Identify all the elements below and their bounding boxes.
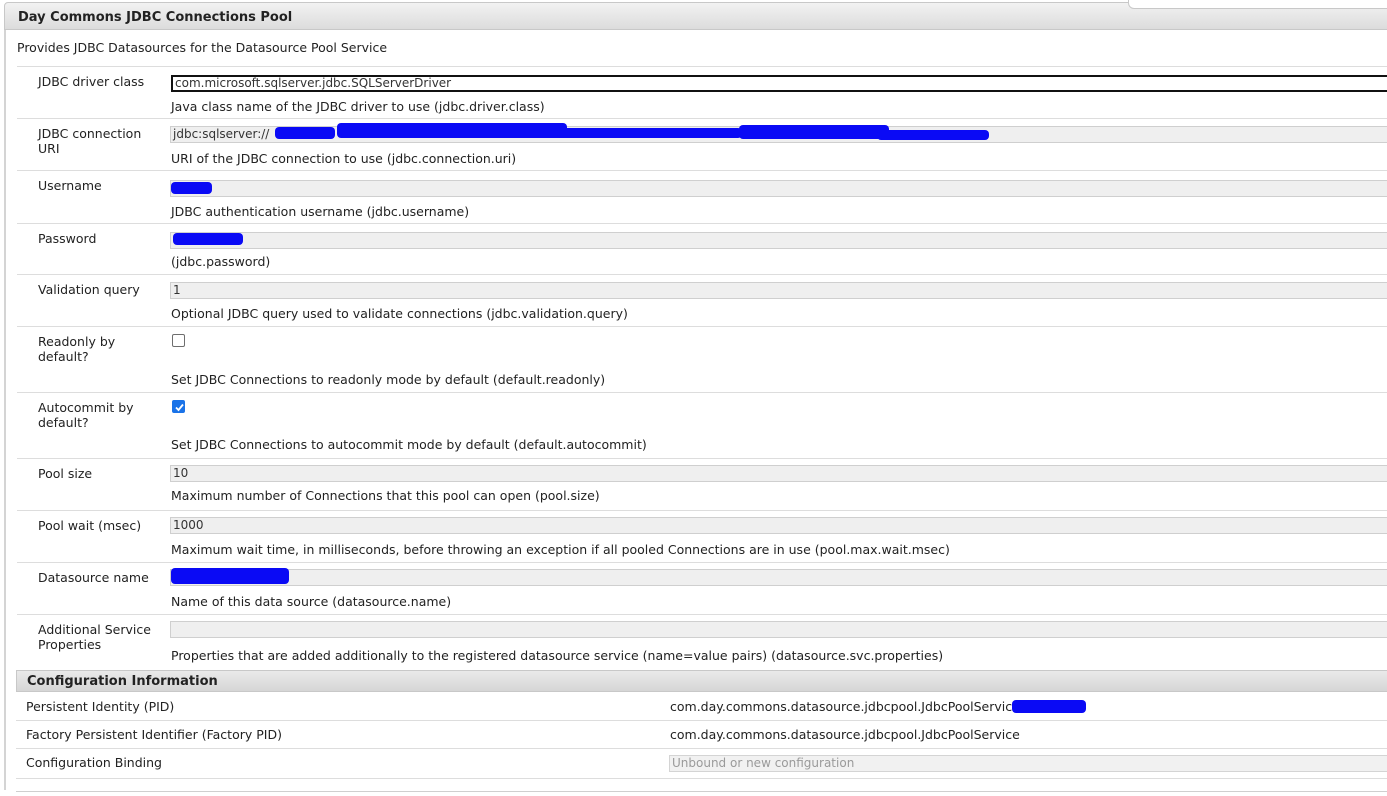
- field-label: Password: [38, 231, 97, 246]
- row-username: Username JDBC authentication username (j…: [17, 170, 1387, 223]
- window-corner: [1128, 0, 1387, 9]
- row-datasource-name: Datasource name Name of this data source…: [17, 562, 1387, 614]
- field-help: Maximum number of Connections that this …: [171, 488, 600, 503]
- password-input[interactable]: [170, 232, 1387, 249]
- field-help: Name of this data source (datasource.nam…: [171, 594, 452, 609]
- row-pool-size: Pool size 10 Maximum number of Connectio…: [17, 458, 1387, 510]
- configuration-information-header: Configuration Information: [16, 670, 1387, 692]
- field-label: Pool size: [38, 466, 93, 481]
- redaction-mark: [1012, 700, 1086, 713]
- config-label: Persistent Identity (PID): [26, 699, 175, 714]
- configuration-information-title: Configuration Information: [27, 674, 218, 689]
- field-label: Autocommit by default?: [38, 400, 134, 430]
- redaction-mark: [173, 233, 243, 245]
- panel-bottom-divider: [16, 791, 1387, 792]
- panel-title: Day Commons JDBC Connections Pool: [18, 10, 293, 25]
- field-help: URI of the JDBC connection to use (jdbc.…: [171, 151, 517, 166]
- config-row-factory-pid: Factory Persistent Identifier (Factory P…: [16, 721, 1387, 749]
- field-label: JDBC connection URI: [38, 126, 142, 156]
- panel-left-border: [4, 30, 6, 790]
- field-help: Optional JDBC query used to validate con…: [171, 306, 628, 321]
- redaction-mark: [739, 125, 889, 139]
- row-autocommit-by-default: Autocommit by default? Set JDBC Connecti…: [17, 392, 1387, 458]
- field-label: Additional Service Properties: [38, 622, 151, 652]
- readonly-checkbox[interactable]: [172, 334, 185, 347]
- field-label: Validation query: [38, 282, 140, 297]
- config-value: com.day.commons.datasource.jdbcpool.Jdbc…: [670, 699, 1024, 714]
- configuration-binding-select[interactable]: Unbound or new configuration: [669, 755, 1387, 772]
- row-additional-service-properties: Additional Service Properties Properties…: [17, 614, 1387, 670]
- row-password: Password (jdbc.password): [17, 223, 1387, 274]
- redaction-mark: [557, 128, 742, 138]
- config-row-binding: Configuration Binding Unbound or new con…: [16, 749, 1387, 779]
- jdbc-driver-class-input[interactable]: com.microsoft.sqlserver.jdbc.SQLServerDr…: [171, 75, 1387, 92]
- field-help: Properties that are added additionally t…: [171, 648, 944, 663]
- redaction-mark: [337, 123, 567, 138]
- field-help: Set JDBC Connections to readonly mode by…: [171, 372, 606, 387]
- autocommit-checkbox[interactable]: [172, 400, 185, 413]
- config-label: Configuration Binding: [26, 755, 162, 770]
- field-help: JDBC authentication username (jdbc.usern…: [171, 204, 470, 219]
- checkmark-icon: [175, 403, 184, 412]
- field-help: Java class name of the JDBC driver to us…: [171, 99, 545, 114]
- field-label: Pool wait (msec): [38, 518, 142, 533]
- pool-size-input[interactable]: 10: [170, 465, 1387, 482]
- field-help: Set JDBC Connections to autocommit mode …: [171, 437, 647, 452]
- pool-wait-input[interactable]: 1000: [170, 517, 1387, 534]
- row-jdbc-driver-class: JDBC driver class com.microsoft.sqlserve…: [17, 66, 1387, 118]
- field-help: (jdbc.password): [171, 254, 271, 269]
- username-input[interactable]: [170, 180, 1387, 197]
- field-help: Maximum wait time, in milliseconds, befo…: [171, 542, 950, 557]
- redaction-mark: [275, 127, 335, 139]
- validation-query-input[interactable]: 1: [170, 282, 1387, 299]
- row-jdbc-connection-uri: JDBC connection URI jdbc:sqlserver:// UR…: [17, 118, 1387, 170]
- field-label: JDBC driver class: [38, 74, 145, 89]
- redaction-mark: [171, 182, 212, 194]
- field-label: Readonly by default?: [38, 334, 116, 364]
- row-validation-query: Validation query 1 Optional JDBC query u…: [17, 274, 1387, 326]
- panel-description: Provides JDBC Datasources for the Dataso…: [17, 40, 388, 55]
- field-label: Datasource name: [38, 570, 149, 585]
- row-pool-wait: Pool wait (msec) 1000 Maximum wait time,…: [17, 510, 1387, 562]
- redaction-mark: [171, 568, 289, 584]
- field-label: Username: [38, 178, 102, 193]
- config-value: com.day.commons.datasource.jdbcpool.Jdbc…: [670, 727, 1020, 742]
- config-label: Factory Persistent Identifier (Factory P…: [26, 727, 282, 742]
- redaction-mark: [877, 130, 989, 140]
- config-row-pid: Persistent Identity (PID) com.day.common…: [16, 693, 1387, 721]
- additional-service-properties-input[interactable]: [170, 621, 1387, 638]
- row-readonly-by-default: Readonly by default? Set JDBC Connection…: [17, 326, 1387, 392]
- datasource-name-input[interactable]: [170, 569, 1387, 586]
